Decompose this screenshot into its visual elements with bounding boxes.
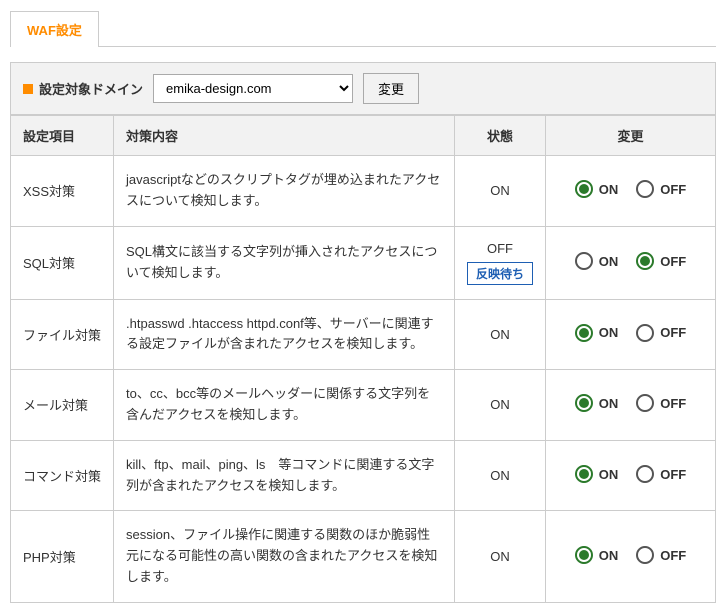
radio-group: ON OFF	[575, 465, 687, 483]
radio-off[interactable]: OFF	[636, 465, 686, 483]
radio-group: ON OFF	[575, 324, 687, 342]
setting-state: ON	[454, 511, 545, 602]
radio-group: ON OFF	[575, 546, 687, 564]
radio-circle-icon	[636, 394, 654, 412]
radio-on[interactable]: ON	[575, 394, 619, 412]
radio-group: ON OFF	[575, 394, 687, 412]
state-value: ON	[467, 397, 533, 412]
domain-selector-row: 設定対象ドメイン emika-design.com 変更	[10, 62, 716, 115]
setting-description: SQL構文に該当する文字列が挿入されたアクセスについて検知します。	[114, 226, 455, 299]
domain-label-text: 設定対象ドメイン	[39, 79, 143, 98]
radio-off[interactable]: OFF	[636, 252, 686, 270]
radio-off[interactable]: OFF	[636, 394, 686, 412]
tab-waf-settings[interactable]: WAF設定	[10, 11, 99, 47]
radio-on-label: ON	[599, 396, 619, 411]
radio-on-label: ON	[599, 467, 619, 482]
setting-name: PHP対策	[11, 511, 114, 602]
table-row: コマンド対策kill、ftp、mail、ping、ls 等コマンドに関連する文字…	[11, 440, 716, 511]
domain-select[interactable]: emika-design.com	[153, 74, 353, 103]
radio-off-label: OFF	[660, 254, 686, 269]
settings-table: 設定項目 対策内容 状態 変更 XSS対策javascriptなどのスクリプトタ…	[10, 115, 716, 603]
table-row: XSS対策javascriptなどのスクリプトタグが埋め込まれたアクセスについて…	[11, 156, 716, 227]
setting-name: ファイル対策	[11, 299, 114, 370]
domain-label: 設定対象ドメイン	[23, 79, 143, 98]
radio-circle-icon	[636, 546, 654, 564]
setting-toggle: ON OFF	[546, 511, 716, 602]
radio-on-label: ON	[599, 254, 619, 269]
radio-on[interactable]: ON	[575, 465, 619, 483]
radio-off[interactable]: OFF	[636, 546, 686, 564]
setting-toggle: ON OFF	[546, 440, 716, 511]
radio-circle-icon	[575, 394, 593, 412]
setting-toggle: ON OFF	[546, 370, 716, 441]
domain-change-button[interactable]: 変更	[363, 73, 419, 104]
radio-on-label: ON	[599, 548, 619, 563]
radio-on[interactable]: ON	[575, 546, 619, 564]
radio-circle-icon	[575, 180, 593, 198]
setting-description: javascriptなどのスクリプトタグが埋め込まれたアクセスについて検知します…	[114, 156, 455, 227]
setting-description: to、cc、bcc等のメールヘッダーに関係する文字列を含んだアクセスを検知します…	[114, 370, 455, 441]
radio-group: ON OFF	[575, 180, 687, 198]
state-value: ON	[467, 549, 533, 564]
radio-off[interactable]: OFF	[636, 180, 686, 198]
radio-off-label: OFF	[660, 467, 686, 482]
radio-off-label: OFF	[660, 396, 686, 411]
state-value: ON	[467, 327, 533, 342]
setting-state: ON	[454, 440, 545, 511]
setting-state: ON	[454, 299, 545, 370]
setting-name: メール対策	[11, 370, 114, 441]
table-row: PHP対策session、ファイル操作に関連する関数のほか脆弱性元になる可能性の…	[11, 511, 716, 602]
header-content: 対策内容	[114, 116, 455, 156]
table-row: SQL対策SQL構文に該当する文字列が挿入されたアクセスについて検知します。OF…	[11, 226, 716, 299]
state-value: OFF	[467, 241, 533, 256]
radio-off-label: OFF	[660, 325, 686, 340]
radio-off-label: OFF	[660, 182, 686, 197]
header-state: 状態	[454, 116, 545, 156]
radio-circle-icon	[575, 252, 593, 270]
setting-toggle: ON OFF	[546, 226, 716, 299]
pending-badge: 反映待ち	[467, 262, 533, 285]
setting-name: SQL対策	[11, 226, 114, 299]
setting-toggle: ON OFF	[546, 299, 716, 370]
radio-on-label: ON	[599, 182, 619, 197]
radio-circle-icon	[636, 465, 654, 483]
setting-toggle: ON OFF	[546, 156, 716, 227]
radio-on-label: ON	[599, 325, 619, 340]
state-value: ON	[467, 468, 533, 483]
state-value: ON	[467, 183, 533, 198]
radio-group: ON OFF	[575, 252, 687, 270]
radio-off-label: OFF	[660, 548, 686, 563]
radio-on[interactable]: ON	[575, 180, 619, 198]
radio-circle-icon	[575, 546, 593, 564]
radio-off[interactable]: OFF	[636, 324, 686, 342]
setting-description: kill、ftp、mail、ping、ls 等コマンドに関連する文字列が含まれた…	[114, 440, 455, 511]
radio-on[interactable]: ON	[575, 252, 619, 270]
setting-description: session、ファイル操作に関連する関数のほか脆弱性元になる可能性の高い関数の…	[114, 511, 455, 602]
header-change: 変更	[546, 116, 716, 156]
setting-name: コマンド対策	[11, 440, 114, 511]
square-icon	[23, 84, 33, 94]
radio-circle-icon	[636, 324, 654, 342]
header-item: 設定項目	[11, 116, 114, 156]
setting-state: ON	[454, 156, 545, 227]
table-row: メール対策to、cc、bcc等のメールヘッダーに関係する文字列を含んだアクセスを…	[11, 370, 716, 441]
radio-circle-icon	[575, 465, 593, 483]
setting-state: OFF 反映待ち	[454, 226, 545, 299]
radio-circle-icon	[636, 180, 654, 198]
setting-state: ON	[454, 370, 545, 441]
radio-circle-icon	[636, 252, 654, 270]
radio-circle-icon	[575, 324, 593, 342]
setting-description: .htpasswd .htaccess httpd.conf等、サーバーに関連す…	[114, 299, 455, 370]
radio-on[interactable]: ON	[575, 324, 619, 342]
table-row: ファイル対策.htpasswd .htaccess httpd.conf等、サー…	[11, 299, 716, 370]
setting-name: XSS対策	[11, 156, 114, 227]
